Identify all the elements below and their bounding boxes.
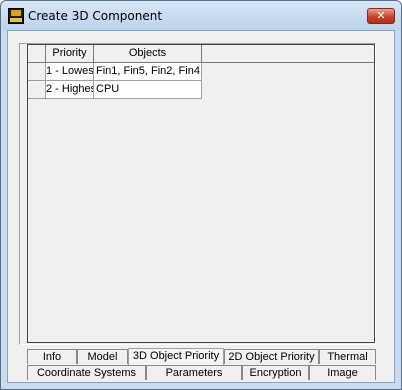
tab-thermal[interactable]: Thermal: [319, 349, 376, 364]
header-filler: [202, 45, 374, 63]
column-header-objects[interactable]: Objects: [94, 45, 202, 63]
tab-3d-object-priority[interactable]: 3D Object Priority: [128, 348, 224, 366]
table-cell-objects[interactable]: CPU: [94, 81, 202, 99]
priority-grid[interactable]: Priority Objects 1 - Lowest Fin1, Fin5, …: [27, 44, 375, 343]
tab-encryption[interactable]: Encryption: [242, 365, 309, 380]
window-title: Create 3D Component: [28, 9, 163, 23]
tab-2d-object-priority[interactable]: 2D Object Priority: [224, 349, 319, 364]
app-icon: [8, 8, 24, 24]
title-bar[interactable]: Create 3D Component ✕: [1, 1, 401, 31]
table-cell-priority[interactable]: 2 - Highest: [46, 81, 94, 99]
row-header[interactable]: [28, 81, 46, 99]
close-button[interactable]: ✕: [367, 8, 395, 24]
tab-image[interactable]: Image: [309, 365, 376, 380]
grid-corner-header: [28, 45, 46, 63]
table-cell-objects[interactable]: Fin1, Fin5, Fin2, Fin4, Fin3: [94, 63, 202, 81]
tab-model[interactable]: Model: [77, 349, 128, 364]
tab-parameters[interactable]: Parameters: [146, 365, 242, 380]
row-header[interactable]: [28, 63, 46, 81]
tab-coordinate-systems[interactable]: Coordinate Systems: [27, 365, 146, 380]
table-cell-priority[interactable]: 1 - Lowest: [46, 63, 94, 81]
column-header-priority[interactable]: Priority: [46, 45, 94, 63]
tab-info[interactable]: Info: [27, 349, 77, 364]
